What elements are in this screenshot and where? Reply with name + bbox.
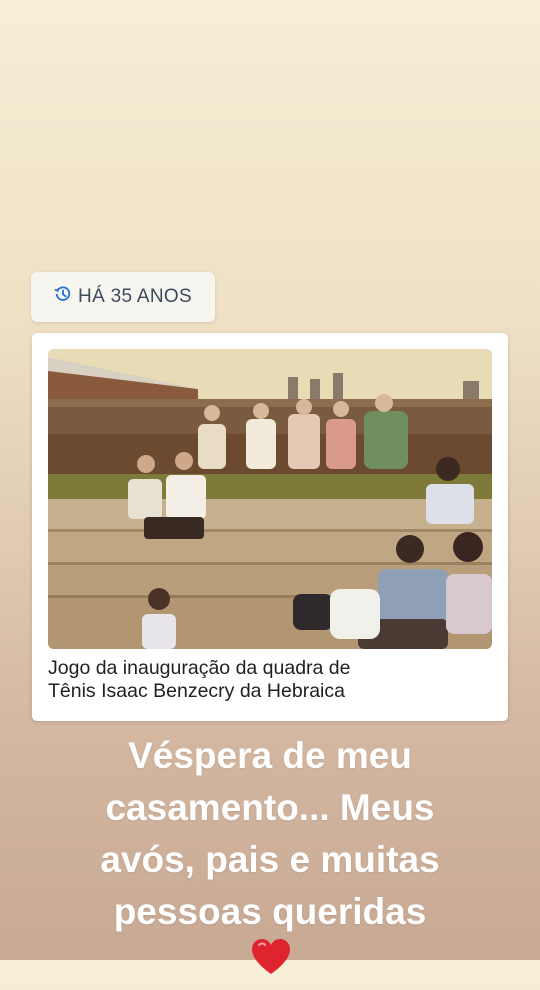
- memory-post-card[interactable]: Jogo da inauguração da quadra de Tênis I…: [32, 333, 508, 721]
- post-caption: Jogo da inauguração da quadra de Tênis I…: [48, 657, 498, 703]
- story-line: casamento... Meus: [105, 787, 435, 828]
- story-line: avós, pais e muitas: [100, 839, 440, 880]
- story-line-last: pessoas queridas: [20, 886, 520, 990]
- memory-tag[interactable]: HÁ 35 ANOS: [31, 272, 215, 322]
- vintage-photo: [48, 349, 492, 649]
- history-clock-icon: [54, 285, 72, 309]
- caption-line: Tênis Isaac Benzecry da Hebraica: [48, 680, 345, 702]
- caption-line: Jogo da inauguração da quadra de: [48, 657, 351, 679]
- story-text: Véspera de meu casamento... Meus avós, p…: [20, 730, 520, 990]
- red-heart-icon: [22, 938, 520, 990]
- memory-label: HÁ 35 ANOS: [78, 286, 192, 307]
- story-line: Véspera de meu: [128, 735, 412, 776]
- story-line-text: pessoas queridas: [113, 891, 427, 932]
